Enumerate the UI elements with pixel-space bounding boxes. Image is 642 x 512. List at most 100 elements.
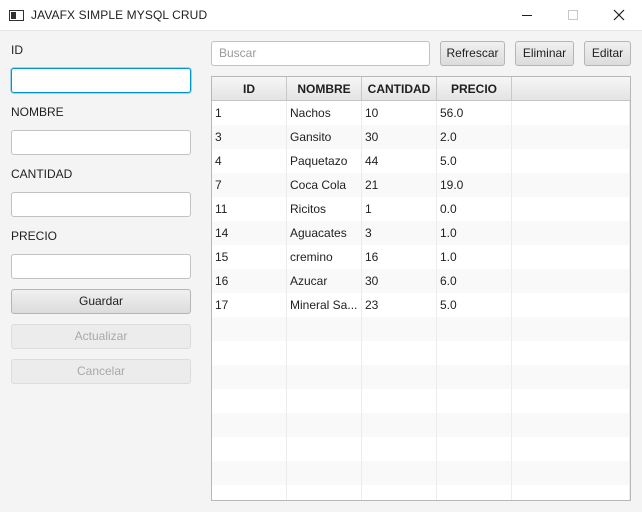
empty-cell bbox=[437, 461, 512, 485]
empty-cell bbox=[437, 317, 512, 341]
actualizar-button[interactable]: Actualizar bbox=[11, 324, 191, 349]
empty-cell bbox=[437, 389, 512, 413]
editar-button[interactable]: Editar bbox=[584, 41, 631, 66]
search-input[interactable]: Buscar bbox=[211, 41, 430, 66]
empty-cell bbox=[512, 293, 630, 317]
empty-cell bbox=[362, 317, 437, 341]
table-cell: Nachos bbox=[287, 101, 362, 125]
table-cell: 10 bbox=[362, 101, 437, 125]
empty-table-row bbox=[212, 437, 630, 461]
table-row[interactable]: 1 Nachos 10 56.0 bbox=[212, 101, 630, 125]
table-cell: 16 bbox=[212, 269, 287, 293]
empty-cell bbox=[512, 389, 630, 413]
table-cell: Paquetazo bbox=[287, 149, 362, 173]
empty-cell bbox=[362, 389, 437, 413]
table-row[interactable]: 7 Coca Cola 21 19.0 bbox=[212, 173, 630, 197]
column-header-id[interactable]: ID bbox=[212, 77, 287, 101]
table-cell: 2.0 bbox=[437, 125, 512, 149]
maximize-button[interactable] bbox=[550, 0, 596, 31]
empty-cell bbox=[212, 461, 287, 485]
table-header: ID NOMBRE CANTIDAD PRECIO bbox=[212, 77, 630, 101]
table-row[interactable]: 14 Aguacates 3 1.0 bbox=[212, 221, 630, 245]
products-table[interactable]: ID NOMBRE CANTIDAD PRECIO 1 Nachos 10 56.0 3… bbox=[211, 76, 631, 501]
cantidad-field[interactable] bbox=[11, 192, 191, 217]
minimize-button[interactable] bbox=[504, 0, 550, 31]
empty-cell bbox=[512, 221, 630, 245]
table-cell: Mineral Sa... bbox=[287, 293, 362, 317]
table-cell: 7 bbox=[212, 173, 287, 197]
cantidad-label: CANTIDAD bbox=[11, 167, 73, 181]
empty-cell bbox=[362, 461, 437, 485]
table-cell: 14 bbox=[212, 221, 287, 245]
id-label: ID bbox=[11, 43, 23, 57]
table-cell: 1 bbox=[362, 197, 437, 221]
empty-cell bbox=[362, 365, 437, 389]
column-header-filler bbox=[512, 77, 630, 101]
empty-cell bbox=[362, 413, 437, 437]
table-cell: 3 bbox=[362, 221, 437, 245]
eliminar-button[interactable]: Eliminar bbox=[515, 41, 574, 66]
table-row[interactable]: 17 Mineral Sa... 23 5.0 bbox=[212, 293, 630, 317]
table-row[interactable]: 3 Gansito 30 2.0 bbox=[212, 125, 630, 149]
nombre-field[interactable] bbox=[11, 130, 191, 155]
table-cell: 15 bbox=[212, 245, 287, 269]
empty-cell bbox=[512, 485, 630, 500]
id-field[interactable] bbox=[11, 68, 191, 93]
empty-cell bbox=[287, 341, 362, 365]
empty-cell bbox=[512, 245, 630, 269]
empty-table-row bbox=[212, 485, 630, 500]
empty-cell bbox=[287, 389, 362, 413]
table-cell: 5.0 bbox=[437, 293, 512, 317]
empty-cell bbox=[212, 341, 287, 365]
table-row[interactable]: 15 cremino 16 1.0 bbox=[212, 245, 630, 269]
empty-cell bbox=[212, 389, 287, 413]
empty-cell bbox=[512, 365, 630, 389]
column-header-nombre[interactable]: NOMBRE bbox=[287, 77, 362, 101]
empty-cell bbox=[512, 341, 630, 365]
empty-cell bbox=[287, 485, 362, 500]
table-cell: 0.0 bbox=[437, 197, 512, 221]
empty-cell bbox=[437, 365, 512, 389]
empty-cell bbox=[512, 173, 630, 197]
table-cell: Aguacates bbox=[287, 221, 362, 245]
empty-cell bbox=[512, 101, 630, 125]
cancelar-button[interactable]: Cancelar bbox=[11, 359, 191, 384]
guardar-button[interactable]: Guardar bbox=[11, 289, 191, 314]
empty-table-row bbox=[212, 461, 630, 485]
table-row[interactable]: 11 Ricitos 1 0.0 bbox=[212, 197, 630, 221]
title-bar: JAVAFX SIMPLE MYSQL CRUD bbox=[0, 0, 642, 31]
empty-cell bbox=[512, 413, 630, 437]
close-button[interactable] bbox=[596, 0, 642, 31]
table-cell: 6.0 bbox=[437, 269, 512, 293]
table-row[interactable]: 4 Paquetazo 44 5.0 bbox=[212, 149, 630, 173]
table-cell: Azucar bbox=[287, 269, 362, 293]
maximize-icon bbox=[568, 10, 578, 20]
table-cell: 1 bbox=[212, 101, 287, 125]
empty-cell bbox=[212, 365, 287, 389]
empty-cell bbox=[437, 437, 512, 461]
table-cell: 30 bbox=[362, 125, 437, 149]
precio-field[interactable] bbox=[11, 254, 191, 279]
empty-cell bbox=[212, 413, 287, 437]
table-cell: 56.0 bbox=[437, 101, 512, 125]
column-header-precio[interactable]: PRECIO bbox=[437, 77, 512, 101]
close-icon bbox=[613, 9, 625, 21]
empty-cell bbox=[512, 317, 630, 341]
empty-cell bbox=[437, 413, 512, 437]
table-cell: 1.0 bbox=[437, 221, 512, 245]
empty-cell bbox=[512, 125, 630, 149]
empty-cell bbox=[212, 317, 287, 341]
table-cell: 16 bbox=[362, 245, 437, 269]
table-cell: 21 bbox=[362, 173, 437, 197]
empty-table-row bbox=[212, 317, 630, 341]
empty-table-row bbox=[212, 413, 630, 437]
empty-cell bbox=[512, 437, 630, 461]
table-cell: 11 bbox=[212, 197, 287, 221]
empty-cell bbox=[437, 485, 512, 500]
window-title: JAVAFX SIMPLE MYSQL CRUD bbox=[31, 8, 208, 22]
refrescar-button[interactable]: Refrescar bbox=[440, 41, 505, 66]
column-header-cantidad[interactable]: CANTIDAD bbox=[362, 77, 437, 101]
minimize-icon bbox=[522, 15, 532, 16]
table-row[interactable]: 16 Azucar 30 6.0 bbox=[212, 269, 630, 293]
table-cell: Coca Cola bbox=[287, 173, 362, 197]
